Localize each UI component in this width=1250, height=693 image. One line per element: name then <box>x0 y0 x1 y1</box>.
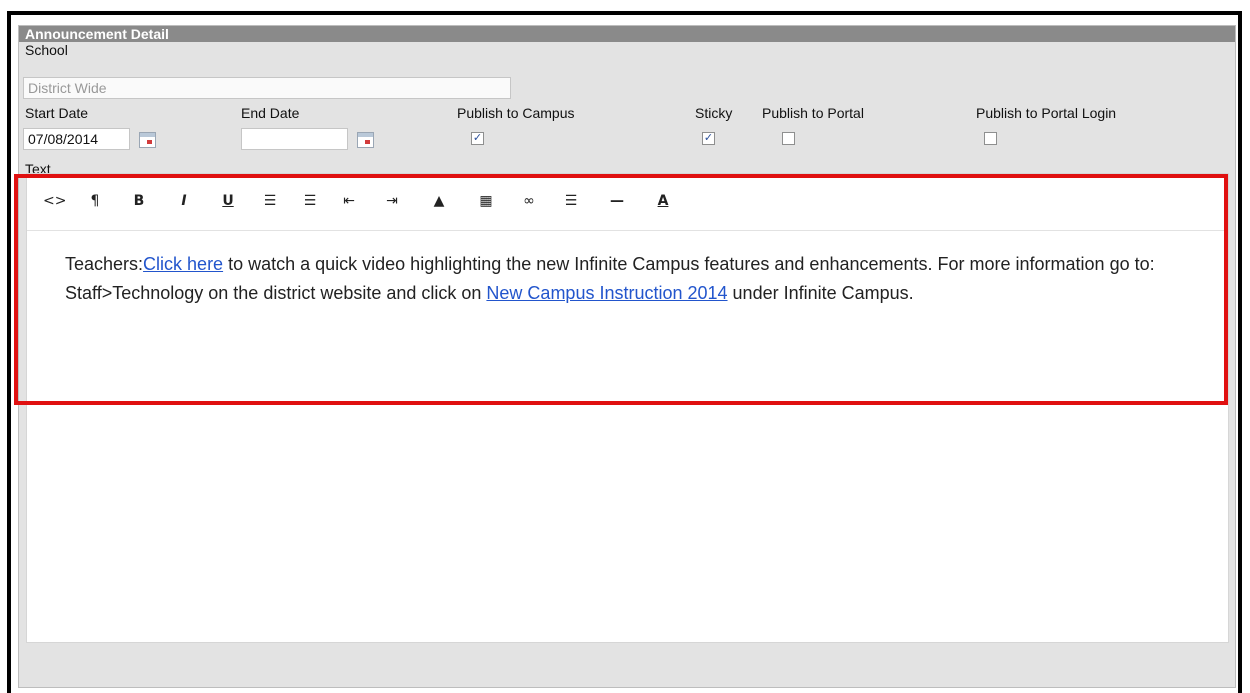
rich-text-editor[interactable]: <> ¶ B I U ☰ ☰ ⇤ ⇥ ▲ ▦ ∞ ☰ — A Teachers:… <box>26 173 1229 643</box>
publish-portal-checkbox[interactable] <box>782 132 795 145</box>
font-color-icon[interactable]: A <box>654 190 672 212</box>
click-here-link[interactable]: Click here <box>143 254 223 274</box>
paragraph-icon[interactable]: ¶ <box>86 190 104 212</box>
content-lead-text: Teachers: <box>65 254 144 274</box>
italic-icon[interactable]: I <box>175 190 193 212</box>
editor-toolbar: <> ¶ B I U ☰ ☰ ⇤ ⇥ ▲ ▦ ∞ ☰ — A <box>27 174 1228 231</box>
end-date-calendar-icon[interactable] <box>357 132 374 148</box>
content-tail-text: under Infinite Campus. <box>727 283 914 303</box>
bold-icon[interactable]: B <box>130 190 148 212</box>
publish-campus-checkbox[interactable]: ✓ <box>471 132 484 145</box>
school-label: School <box>25 42 68 58</box>
end-date-label: End Date <box>241 105 300 121</box>
text-label: Text <box>25 161 51 173</box>
new-campus-instruction-link[interactable]: New Campus Instruction 2014 <box>486 283 727 303</box>
indent-icon[interactable]: ⇥ <box>383 190 401 212</box>
table-icon[interactable]: ▦ <box>477 190 495 212</box>
editor-content[interactable]: Teachers:Click here to watch a quick vid… <box>65 250 1205 308</box>
publish-portal-login-label: Publish to Portal Login <box>976 105 1117 121</box>
sticky-checkbox[interactable]: ✓ <box>702 132 715 145</box>
announcement-detail-panel: Announcement Detail School District Wide… <box>18 25 1236 688</box>
link-icon[interactable]: ∞ <box>520 190 538 212</box>
align-icon[interactable]: ☰ <box>562 190 580 212</box>
start-date-label: Start Date <box>25 105 89 121</box>
horizontal-rule-icon[interactable]: — <box>608 190 626 212</box>
sticky-label: Sticky <box>695 105 733 121</box>
end-date-field[interactable] <box>241 128 348 150</box>
start-date-calendar-icon[interactable] <box>139 132 156 148</box>
html-source-icon[interactable]: <> <box>43 190 66 212</box>
outdent-icon[interactable]: ⇤ <box>340 190 358 212</box>
unordered-list-icon[interactable]: ☰ <box>261 190 279 212</box>
start-date-field[interactable]: 07/08/2014 <box>23 128 130 150</box>
publish-campus-label: Publish to Campus <box>457 105 575 121</box>
panel-title: Announcement Detail <box>19 26 1235 42</box>
ordered-list-icon[interactable]: ☰ <box>301 190 319 212</box>
publish-portal-login-checkbox[interactable] <box>984 132 997 145</box>
underline-icon[interactable]: U <box>219 190 237 212</box>
school-field[interactable]: District Wide <box>23 77 511 99</box>
publish-portal-label: Publish to Portal <box>762 105 864 121</box>
image-icon[interactable]: ▲ <box>430 190 448 212</box>
